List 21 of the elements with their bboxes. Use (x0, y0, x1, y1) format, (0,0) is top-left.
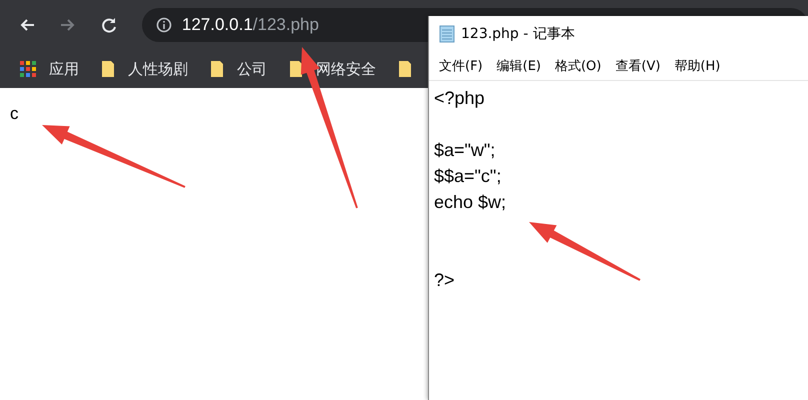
menu-item[interactable]: 格式(O) (552, 57, 604, 75)
apps-grid-icon[interactable] (20, 61, 36, 77)
menu-item[interactable]: 文件(F) (437, 57, 485, 75)
menu-item[interactable]: 查看(V) (613, 57, 662, 75)
folder-icon[interactable] (398, 60, 412, 78)
page-output-text: c (10, 104, 18, 123)
bookmark-link[interactable]: 应用 (49, 60, 79, 78)
folder-icon[interactable] (289, 60, 303, 78)
menu-item[interactable]: 帮助(H) (672, 57, 722, 75)
folder-icon[interactable] (210, 60, 224, 78)
bookmark-link[interactable]: 网络安全 (316, 60, 376, 78)
window-title: 123.php - 记事本 (461, 25, 575, 43)
reload-icon[interactable] (100, 16, 118, 34)
code-text[interactable]: <?php $a="w"; $$a="c"; echo $w; ?> (429, 81, 808, 297)
menu-item[interactable]: 编辑(E) (494, 57, 543, 75)
url-text: 127.0.0.1/123.php (182, 15, 319, 35)
bookmark-link[interactable]: 人性场剧 (128, 60, 188, 78)
notepad-icon (439, 25, 455, 43)
folder-icon[interactable] (101, 60, 115, 78)
bookmark-link[interactable]: 公司 (237, 60, 267, 78)
info-icon[interactable] (156, 17, 172, 33)
